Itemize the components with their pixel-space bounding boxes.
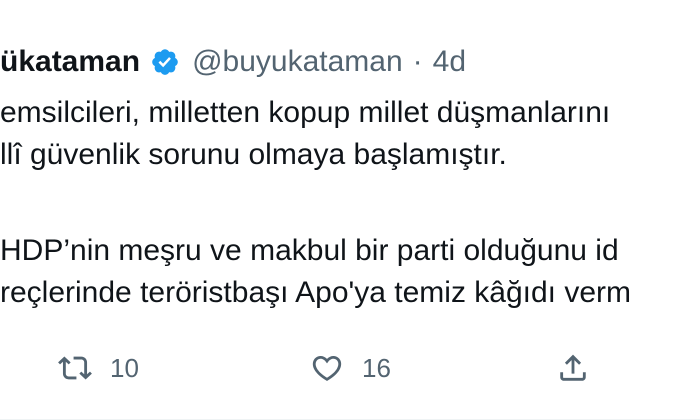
tweet-timestamp[interactable]: 4d bbox=[433, 45, 466, 79]
like-count: 16 bbox=[362, 352, 391, 383]
tweet-card: ükataman @buyukataman · 4d emsilcileri, … bbox=[0, 0, 700, 420]
share-button[interactable] bbox=[556, 346, 590, 390]
share-icon bbox=[560, 354, 586, 381]
retweet-count: 10 bbox=[110, 352, 139, 383]
header-separator: · bbox=[412, 45, 423, 78]
retweet-button[interactable]: 10 bbox=[58, 346, 139, 390]
tweet-text-line: reçlerinde teröristbaşı Apo'ya temiz kâğ… bbox=[0, 276, 631, 309]
heart-icon bbox=[312, 355, 342, 381]
retweet-icon bbox=[58, 356, 92, 380]
tweet-header: ükataman @buyukataman · 4d bbox=[0, 44, 466, 80]
tweet-text-line: emsilcileri, milletten kopup millet düşm… bbox=[0, 96, 611, 129]
verified-badge-icon bbox=[152, 49, 178, 75]
author-name[interactable]: ükataman bbox=[0, 45, 140, 79]
tweet-text: emsilcileri, milletten kopup millet düşm… bbox=[0, 92, 700, 314]
tweet-text-line: HDP’nin meşru ve makbul bir parti olduğu… bbox=[0, 234, 619, 267]
author-handle[interactable]: @buyukataman bbox=[192, 45, 403, 79]
tweet-actions: 10 16 bbox=[0, 346, 700, 390]
tweet-text-line: llî güvenlik sorunu olmaya başlamıştır. bbox=[0, 138, 507, 171]
like-button[interactable]: 16 bbox=[310, 346, 391, 390]
